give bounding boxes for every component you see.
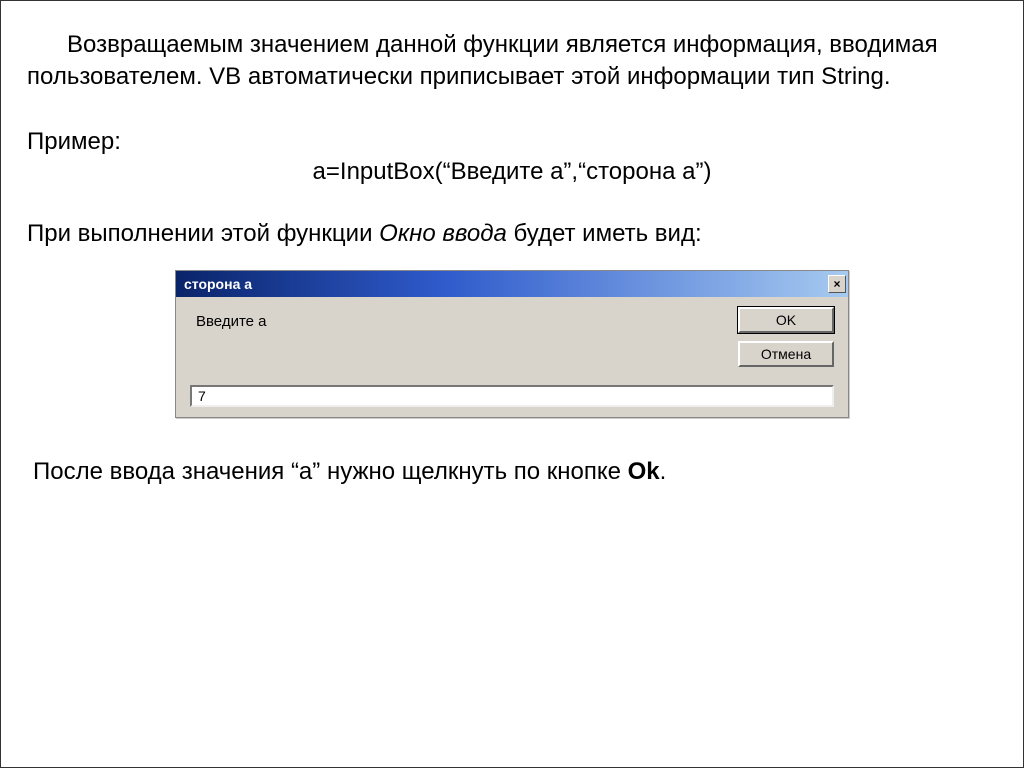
description-paragraph: При выполнении этой функции Окно ввода б… (27, 220, 997, 248)
closing-before: После ввода значения “a” нужно щелкнуть … (33, 458, 628, 485)
closing-end: . (660, 458, 667, 485)
closing-paragraph: После ввода значения “a” нужно щелкнуть … (27, 458, 997, 486)
p3-italic: Окно ввода (379, 220, 507, 247)
input-field[interactable] (190, 385, 834, 407)
close-button[interactable]: × (828, 275, 846, 293)
dialog-title: сторона а (184, 276, 252, 292)
dialog-prompt: Введите а (196, 313, 267, 330)
example-label: Пример: (27, 128, 997, 156)
ok-button[interactable]: OK (738, 307, 834, 333)
code-example: a=InputBox(“Введите a”,“сторона a”) (27, 158, 997, 186)
dialog-titlebar: сторона а × (176, 271, 848, 297)
inputbox-dialog: сторона а × Введите а OK Отмена (175, 270, 849, 418)
intro-paragraph: Возвращаемым значением данной функции яв… (27, 29, 997, 94)
p3-after: будет иметь вид: (507, 220, 702, 247)
close-icon: × (833, 278, 840, 290)
p3-before: При выполнении этой функции (27, 220, 379, 247)
cancel-button[interactable]: Отмена (738, 341, 834, 367)
closing-bold: Ok (628, 458, 660, 485)
